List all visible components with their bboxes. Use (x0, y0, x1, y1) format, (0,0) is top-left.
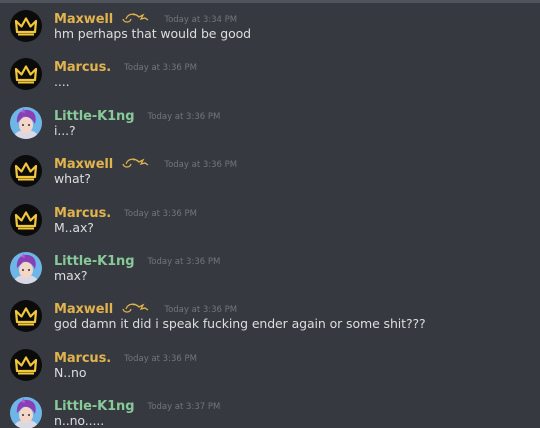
timestamp: Today at 3:36 PM (147, 111, 221, 122)
lamp-icon (121, 155, 151, 174)
message-item: Marcus. Today at 3:36 PM M..ax? (0, 203, 540, 252)
message-content: what? (54, 171, 91, 186)
message-header: Marcus. Today at 3:36 PM (54, 57, 197, 75)
crown-avatar[interactable] (10, 58, 42, 90)
message-content: N..no (54, 365, 87, 380)
username[interactable]: Marcus. (54, 351, 111, 366)
anime-boy-avatar[interactable] (10, 397, 42, 428)
message-content: n..no..... (54, 413, 105, 428)
message-header: Maxwell Today at 3:34 PM (54, 9, 237, 27)
crown-avatar[interactable] (10, 300, 42, 332)
username[interactable]: Maxwell (54, 12, 113, 27)
username[interactable]: Little-K1ng (54, 399, 135, 414)
username[interactable]: Marcus. (54, 60, 111, 75)
message-item: Marcus. Today at 3:36 PM .... (0, 57, 540, 106)
username[interactable]: Marcus. (54, 206, 111, 221)
crown-avatar[interactable] (10, 204, 42, 236)
message-header: Maxwell Today at 3:36 PM (54, 154, 237, 172)
message-item: Maxwell Today at 3:36 PM what? (0, 154, 540, 203)
message-item: Maxwell Today at 3:34 PM hm perhaps that… (0, 9, 540, 58)
anime-boy-avatar[interactable] (10, 107, 42, 139)
message-content: i...? (54, 123, 76, 138)
message-content: .... (54, 74, 70, 89)
timestamp: Today at 3:36 PM (124, 62, 197, 73)
message-header: Little-K1ng Today at 3:36 PM (54, 251, 220, 269)
message-list: Maxwell Today at 3:34 PM hm perhaps that… (0, 0, 540, 428)
message-header: Marcus. Today at 3:36 PM (54, 203, 197, 221)
message-item: Marcus. Today at 3:36 PM N..no (0, 348, 540, 397)
timestamp: Today at 3:36 PM (147, 256, 221, 267)
username[interactable]: Maxwell (54, 157, 113, 172)
timestamp: Today at 3:37 PM (147, 401, 221, 412)
crown-avatar[interactable] (10, 155, 42, 187)
message-header: Marcus. Today at 3:36 PM (54, 348, 197, 366)
timestamp: Today at 3:36 PM (124, 208, 197, 219)
username[interactable]: Little-K1ng (54, 109, 135, 124)
message-item: Little-K1ng Today at 3:37 PM n..no..... (0, 396, 540, 428)
message-item: Maxwell Today at 3:36 PM god damn it did… (0, 299, 540, 348)
message-content: max? (54, 268, 88, 283)
message-header: Little-K1ng Today at 3:37 PM (54, 396, 220, 414)
timestamp: Today at 3:36 PM (124, 353, 197, 364)
message-item: Little-K1ng Today at 3:36 PM max? (0, 251, 540, 300)
timestamp: Today at 3:36 PM (164, 304, 238, 315)
message-item: Little-K1ng Today at 3:36 PM i...? (0, 106, 540, 155)
username[interactable]: Maxwell (54, 302, 113, 317)
message-content: hm perhaps that would be good (54, 26, 252, 41)
username[interactable]: Little-K1ng (54, 254, 135, 269)
crown-avatar[interactable] (10, 10, 42, 42)
timestamp: Today at 3:34 PM (164, 14, 238, 25)
message-content: M..ax? (54, 220, 94, 235)
anime-boy-avatar[interactable] (10, 252, 42, 284)
message-header: Maxwell Today at 3:36 PM (54, 299, 237, 317)
crown-avatar[interactable] (10, 349, 42, 381)
timestamp: Today at 3:36 PM (164, 159, 238, 170)
message-content: god damn it did i speak fucking ender ag… (54, 316, 426, 331)
message-header: Little-K1ng Today at 3:36 PM (54, 106, 220, 124)
